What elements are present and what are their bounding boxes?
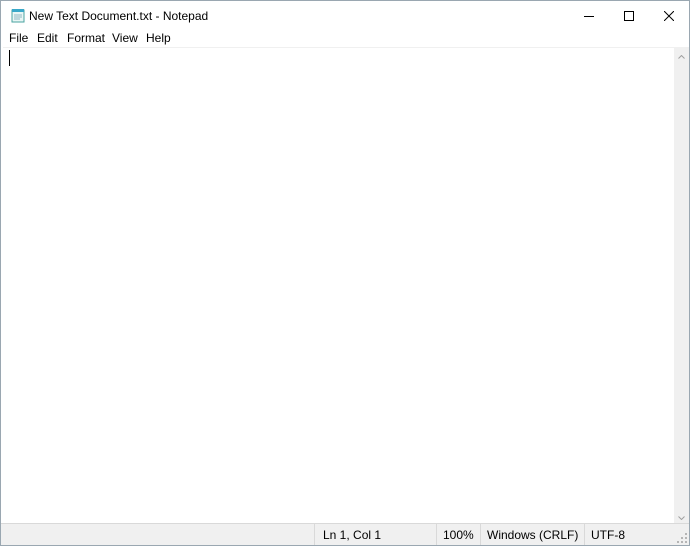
window-title: New Text Document.txt - Notepad (29, 9, 209, 23)
menu-help[interactable]: Help (144, 31, 173, 46)
menu-view[interactable]: View (110, 31, 140, 46)
minimize-button[interactable] (569, 1, 609, 30)
status-encoding: UTF-8 (584, 524, 674, 545)
status-zoom: 100% (436, 524, 480, 545)
status-cursor-position: Ln 1, Col 1 (314, 524, 436, 545)
scroll-up-button[interactable] (674, 47, 689, 62)
menu-edit[interactable]: Edit (35, 31, 60, 46)
notepad-window: New Text Document.txt - Notepad File Edi… (0, 0, 690, 546)
scroll-down-button[interactable] (674, 508, 689, 523)
minimize-icon (584, 11, 594, 21)
maximize-button[interactable] (609, 1, 649, 30)
maximize-icon (624, 10, 634, 21)
menu-bar: File Edit Format View Help (1, 30, 689, 47)
text-editor-area[interactable] (3, 47, 674, 524)
resize-grip-icon[interactable] (677, 531, 688, 543)
text-caret (9, 50, 10, 66)
status-bar: Ln 1, Col 1 100% Windows (CRLF) UTF-8 (1, 523, 689, 545)
menu-format[interactable]: Format (65, 31, 107, 46)
chevron-up-icon (678, 46, 685, 64)
notepad-icon (11, 8, 25, 23)
chevron-down-icon (678, 507, 685, 525)
status-line-endings: Windows (CRLF) (480, 524, 584, 545)
close-button[interactable] (649, 1, 689, 30)
title-bar[interactable]: New Text Document.txt - Notepad (1, 1, 689, 30)
menu-file[interactable]: File (7, 31, 30, 46)
close-icon (664, 10, 674, 21)
vertical-scrollbar[interactable] (674, 47, 689, 523)
